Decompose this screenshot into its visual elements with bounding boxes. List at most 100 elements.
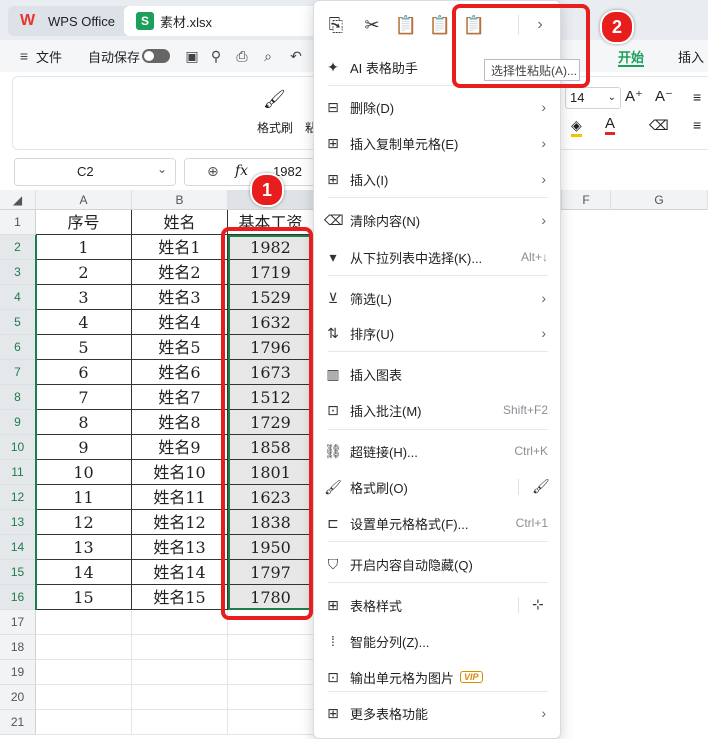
row-header[interactable]: 17 [0, 610, 36, 635]
function-icon[interactable]: fx [235, 163, 248, 179]
empty-cell[interactable] [36, 660, 132, 685]
table-cell[interactable]: 5 [36, 335, 132, 360]
empty-cell[interactable] [132, 660, 228, 685]
font-shrink-icon[interactable]: A⁻ [655, 87, 673, 105]
empty-cell[interactable] [228, 710, 314, 735]
table-cell[interactable]: 姓名4 [132, 310, 228, 335]
table-cell[interactable]: 8 [36, 410, 132, 435]
menu-item[interactable]: ▾ 从下拉列表中选择(K)... Alt+↓ [324, 243, 552, 271]
table-cell[interactable]: 3 [36, 285, 132, 310]
table-cell[interactable]: 姓名9 [132, 435, 228, 460]
share-icon[interactable]: ⚲ [208, 48, 224, 64]
menu-item[interactable]: ⇅ 排序(U) › [324, 319, 552, 347]
cut-icon[interactable]: ✂ [360, 13, 384, 37]
font-grow-icon[interactable]: A⁺ [625, 87, 643, 105]
menu-item[interactable]: ⊞ 插入复制单元格(E) › [324, 129, 552, 157]
table-cell[interactable]: 15 [36, 585, 132, 610]
undo-icon[interactable]: ↶ [288, 48, 304, 64]
column-header-a[interactable]: A [36, 190, 132, 210]
select-all-corner[interactable]: ◢ [0, 190, 36, 210]
empty-cell[interactable] [36, 610, 132, 635]
table-cell[interactable]: 姓名3 [132, 285, 228, 310]
print-preview-icon[interactable]: ⌕ [260, 48, 276, 64]
menu-item[interactable]: ⁞ 智能分列(Z)... [324, 627, 552, 655]
tab-start[interactable]: 开始 [618, 47, 645, 67]
table-cell[interactable]: 姓名11 [132, 485, 228, 510]
tab-insert[interactable]: 插入 [678, 47, 704, 65]
empty-cell[interactable] [132, 685, 228, 710]
column-header-f[interactable]: F [561, 190, 611, 210]
row-header[interactable]: 1 [0, 210, 36, 235]
row-header[interactable]: 4 [0, 285, 36, 310]
table-cell[interactable]: 14 [36, 560, 132, 585]
row-header[interactable]: 14 [0, 535, 36, 560]
menu-item[interactable]: ▥ 插入图表 [324, 360, 552, 388]
row-header[interactable]: 8 [0, 385, 36, 410]
table-cell[interactable]: 姓名7 [132, 385, 228, 410]
table-cell[interactable]: 姓名2 [132, 260, 228, 285]
table-cell[interactable]: 姓名5 [132, 335, 228, 360]
empty-cell[interactable] [132, 610, 228, 635]
row-header[interactable]: 12 [0, 485, 36, 510]
tab-wps-office[interactable]: W WPS Office [8, 6, 138, 36]
save-icon[interactable]: ▣ [184, 48, 200, 64]
row-header[interactable]: 19 [0, 660, 36, 685]
row-header[interactable]: 2 [0, 235, 36, 260]
row-header[interactable]: 21 [0, 710, 36, 735]
table-cell[interactable]: 姓名6 [132, 360, 228, 385]
empty-cell[interactable] [36, 635, 132, 660]
empty-cell[interactable] [132, 635, 228, 660]
format-painter-shortcut-icon[interactable]: 🖌 [532, 478, 550, 495]
row-header[interactable]: 9 [0, 410, 36, 435]
empty-cell[interactable] [228, 685, 314, 710]
table-cell[interactable]: 6 [36, 360, 132, 385]
menu-item[interactable]: ⛉ 开启内容自动隐藏(Q) [324, 550, 552, 578]
zoom-icon[interactable]: ⊕ [207, 163, 219, 180]
column-header-b[interactable]: B [132, 190, 228, 210]
menu-item[interactable]: ⛓ 超链接(H)... Ctrl+K [324, 437, 552, 465]
table-cell[interactable]: 7 [36, 385, 132, 410]
table-cell[interactable]: 姓名8 [132, 410, 228, 435]
table-cell[interactable]: 11 [36, 485, 132, 510]
autosave-toggle[interactable] [142, 49, 170, 63]
menu-item[interactable]: ⊟ 删除(D) › [324, 93, 552, 121]
empty-cell[interactable] [228, 635, 314, 660]
font-color-icon[interactable]: A [605, 115, 616, 135]
empty-cell[interactable] [228, 660, 314, 685]
paste-numbers-icon[interactable]: 📋 [428, 13, 452, 37]
row-header[interactable]: 11 [0, 460, 36, 485]
table-cell[interactable]: 姓名14 [132, 560, 228, 585]
table-style-shortcut-icon[interactable]: ⊹ [532, 596, 544, 613]
align-icon-2[interactable]: ≡ [693, 117, 701, 133]
menu-item[interactable]: ⊡ 输出单元格为图片 VIP [324, 663, 552, 691]
table-cell[interactable]: 2 [36, 260, 132, 285]
format-painter-icon[interactable]: 🖌 [263, 89, 286, 110]
row-header[interactable]: 16 [0, 585, 36, 610]
row-header[interactable]: 13 [0, 510, 36, 535]
table-cell[interactable]: 10 [36, 460, 132, 485]
table-cell[interactable]: 1 [36, 235, 132, 260]
menu-item[interactable]: ⌫ 清除内容(N) › [324, 206, 552, 234]
column-header-g[interactable]: G [611, 190, 708, 210]
table-cell[interactable]: 9 [36, 435, 132, 460]
tab-file[interactable]: S 素材.xlsx [124, 6, 338, 36]
table-header-cell[interactable]: 序号 [36, 210, 132, 235]
row-header[interactable]: 15 [0, 560, 36, 585]
paste-icon[interactable]: ⎘ [324, 13, 348, 37]
menu-item[interactable]: ⊞ 更多表格功能 › [324, 699, 552, 727]
table-cell[interactable]: 姓名13 [132, 535, 228, 560]
menu-item[interactable]: ⊻ 筛选(L) › [324, 284, 552, 312]
table-cell[interactable]: 姓名1 [132, 235, 228, 260]
menu-item[interactable]: ⊏ 设置单元格格式(F)... Ctrl+1 [324, 509, 552, 537]
paste-values-icon[interactable]: 📋 [394, 13, 418, 37]
menu-icon[interactable]: ≡ [16, 48, 32, 64]
eraser-icon[interactable]: ⌫ [649, 117, 669, 134]
row-header[interactable]: 6 [0, 335, 36, 360]
file-menu[interactable]: 文件 [36, 47, 62, 65]
table-cell[interactable]: 4 [36, 310, 132, 335]
row-header[interactable]: 5 [0, 310, 36, 335]
empty-cell[interactable] [132, 710, 228, 735]
empty-cell[interactable] [36, 710, 132, 735]
fill-color-icon[interactable]: ◈ [571, 117, 582, 137]
font-size-select[interactable]: 14 ⌄ [565, 87, 621, 109]
